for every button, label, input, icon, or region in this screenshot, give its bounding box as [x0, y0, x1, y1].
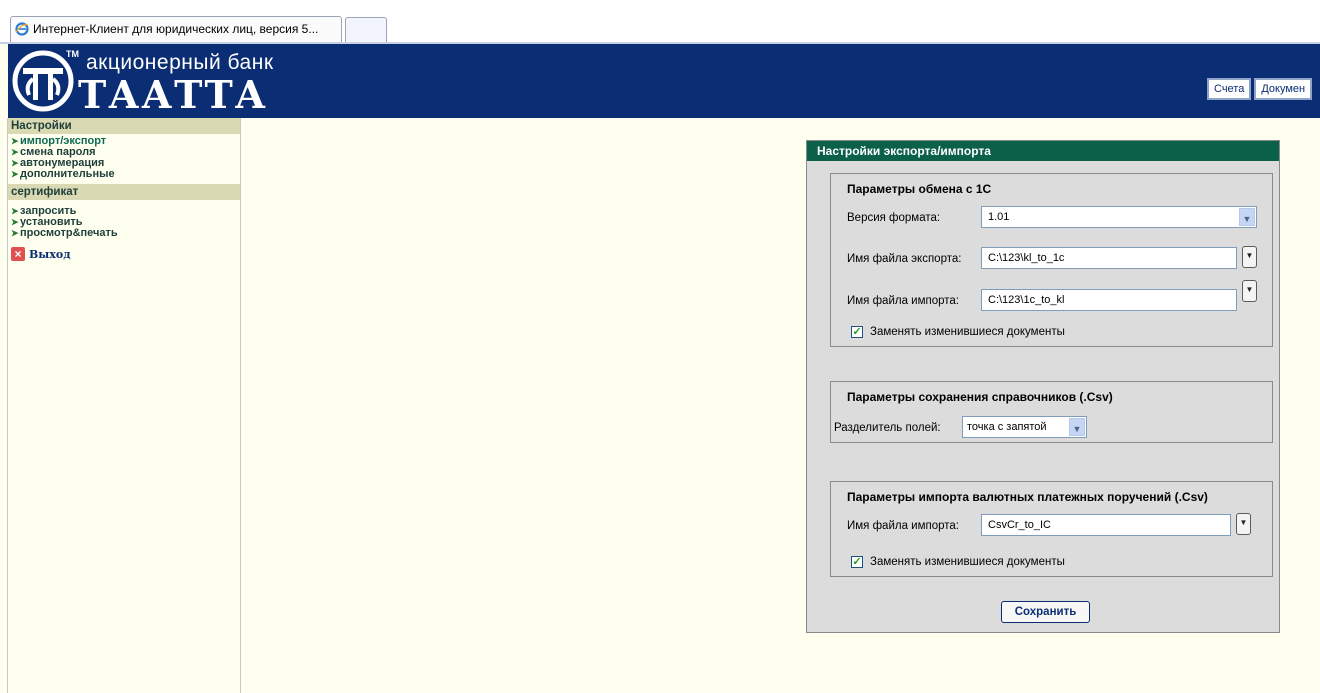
import-file-value: C:\123\1c_to_kl	[988, 294, 1065, 306]
settings-menu: ➤ импорт/экспорт ➤ смена пароля ➤ автону…	[8, 134, 240, 182]
sidebar-certificate-header: сертификат	[8, 184, 240, 200]
save-button[interactable]: Сохранить	[1001, 601, 1090, 623]
format-version-label: Версия формата:	[847, 212, 941, 224]
currency-import-browse-button[interactable]: ▼	[1236, 513, 1251, 535]
sidebar-item-additional[interactable]: ➤ дополнительные	[11, 169, 240, 180]
currency-import-file-value: CsvCr_to_IC	[988, 519, 1051, 531]
new-tab-button[interactable]	[345, 17, 387, 42]
replace-docs-label: Заменять изменившиеся документы	[870, 556, 1065, 568]
bank-name: ТААТТА	[78, 72, 268, 117]
replace-docs-checkbox[interactable]: ✓	[851, 556, 863, 568]
chevron-down-icon[interactable]: ▼	[1239, 208, 1255, 226]
group-currency-import: Параметры импорта валютных платежных пор…	[830, 481, 1273, 577]
top-navigation: Счета Докумен	[1207, 78, 1313, 100]
panel-title: Настройки экспорта/импорта	[807, 141, 1279, 161]
arrow-right-icon: ➤	[11, 136, 19, 146]
nav-documents-button[interactable]: Докумен	[1254, 78, 1313, 100]
sidebar-item-label: просмотр&печать	[20, 227, 118, 239]
delimiter-label: Разделитель полей:	[834, 422, 941, 434]
export-file-input[interactable]: C:\123\kl_to_1c	[981, 247, 1237, 269]
arrow-right-icon: ➤	[11, 206, 19, 216]
close-icon: ×	[11, 247, 25, 261]
export-file-value: C:\123\kl_to_1c	[988, 252, 1065, 264]
format-version-value: 1.01	[988, 211, 1010, 223]
trademark-sign: TM	[66, 49, 79, 59]
sidebar-item-view-print[interactable]: ➤ просмотр&печать	[11, 228, 240, 239]
group-1c-exchange: Параметры обмена с 1С Версия формата: 1.…	[830, 173, 1273, 347]
export-file-browse-button[interactable]: ▼	[1242, 246, 1257, 268]
replace-docs-checkbox[interactable]: ✓	[851, 326, 863, 338]
sidebar: Настройки ➤ импорт/экспорт ➤ смена парол…	[8, 118, 241, 693]
delimiter-value: точка с запятой	[967, 421, 1047, 433]
arrow-right-icon: ➤	[11, 147, 19, 157]
browser-tab-title: Интернет-Клиент для юридических лиц, вер…	[33, 22, 319, 36]
sidebar-settings-header: Настройки	[8, 118, 240, 134]
import-file-input[interactable]: C:\123\1c_to_kl	[981, 289, 1237, 311]
chevron-down-icon[interactable]: ▼	[1069, 418, 1085, 436]
replace-docs-row-2[interactable]: ✓ Заменять изменившиеся документы	[851, 556, 1065, 568]
browser-tab-active[interactable]: Интернет-Клиент для юридических лиц, вер…	[10, 16, 342, 42]
import-file-browse-button[interactable]: ▼	[1242, 280, 1257, 302]
replace-docs-label: Заменять изменившиеся документы	[870, 326, 1065, 338]
currency-import-file-label: Имя файла импорта:	[847, 520, 960, 532]
import-file-label: Имя файла импорта:	[847, 295, 960, 307]
sidebar-item-label: дополнительные	[20, 168, 115, 180]
bank-header: TM акционерный банк ТААТТА Счета Докумен	[8, 44, 1320, 118]
nav-accounts-button[interactable]: Счета	[1207, 78, 1252, 100]
certificate-menu: ➤ запросить ➤ установить ➤ просмотр&печа…	[8, 200, 240, 241]
group-reference-save: Параметры сохранения справочников (.Csv)…	[830, 381, 1273, 443]
export-file-label: Имя файла экспорта:	[847, 253, 962, 265]
ie-icon	[15, 22, 29, 36]
arrow-right-icon: ➤	[11, 158, 19, 168]
exit-label: Выход	[29, 247, 71, 261]
group-title: Параметры сохранения справочников (.Csv)	[847, 390, 1113, 404]
export-import-settings-panel: Настройки экспорта/импорта Параметры обм…	[806, 140, 1280, 633]
group-title: Параметры обмена с 1С	[847, 182, 992, 196]
arrow-right-icon: ➤	[11, 169, 19, 179]
replace-docs-row-1[interactable]: ✓ Заменять изменившиеся документы	[851, 326, 1065, 338]
arrow-right-icon: ➤	[11, 228, 19, 238]
exit-link[interactable]: × Выход	[8, 247, 240, 261]
format-version-select[interactable]: 1.01 ▼	[981, 206, 1257, 228]
browser-tab-strip: Интернет-Клиент для юридических лиц, вер…	[0, 0, 1320, 44]
delimiter-select[interactable]: точка с запятой ▼	[962, 416, 1087, 438]
group-title: Параметры импорта валютных платежных пор…	[847, 490, 1208, 504]
arrow-right-icon: ➤	[11, 217, 19, 227]
currency-import-file-input[interactable]: CsvCr_to_IC	[981, 514, 1231, 536]
